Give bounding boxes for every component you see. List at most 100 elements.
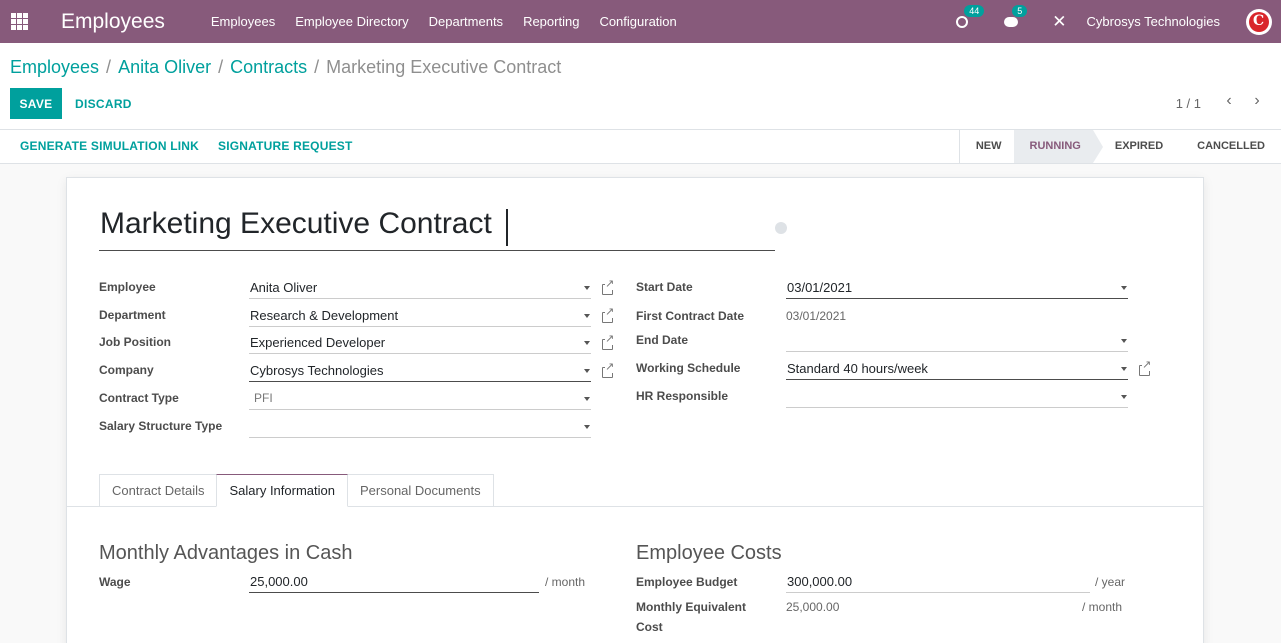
chat-icon	[1004, 16, 1019, 27]
stage-expired[interactable]: EXPIRED	[1093, 130, 1175, 163]
salary-structure-type-label: Salary Structure Type	[99, 419, 223, 433]
working-schedule-field[interactable]: Standard 40 hours/week	[786, 358, 1128, 380]
start-date-value: 03/01/2021	[787, 280, 853, 295]
breadcrumb-separator: /	[218, 57, 224, 77]
first-contract-date-value: 03/01/2021	[786, 309, 847, 323]
working-schedule-label: Working Schedule	[636, 361, 741, 375]
signature-request-button[interactable]: SIGNATURE REQUEST	[218, 130, 353, 163]
contract-type-field[interactable]: PFI	[249, 388, 591, 410]
external-link-icon[interactable]	[602, 361, 615, 378]
contract-title[interactable]: Marketing Executive Contract	[100, 207, 492, 241]
save-button[interactable]: SAVE	[10, 88, 62, 119]
job-position-field[interactable]: Experienced Developer	[249, 332, 591, 354]
wage-label: Wage	[99, 575, 131, 589]
external-link-icon[interactable]	[1139, 359, 1152, 376]
form-sheet: Marketing Executive Contract Employee An…	[66, 177, 1204, 643]
dropdown-caret-icon[interactable]	[584, 425, 590, 429]
employee-field[interactable]: Anita Oliver	[249, 277, 591, 299]
main-menu: Employees Employee Directory Departments…	[211, 14, 697, 29]
employee-costs-heading: Employee Costs	[636, 542, 782, 564]
messages-button[interactable]: 5	[1004, 4, 1028, 30]
working-schedule-value: Standard 40 hours/week	[787, 361, 928, 376]
stage-cancelled[interactable]: CANCELLED	[1175, 130, 1277, 163]
generate-simulation-link-button[interactable]: GENERATE SIMULATION LINK	[20, 130, 199, 163]
menu-configuration[interactable]: Configuration	[599, 14, 676, 29]
text-cursor	[506, 209, 508, 246]
external-link-icon[interactable]	[602, 306, 615, 323]
company-field[interactable]: Cybrosys Technologies	[249, 360, 591, 382]
department-value: Research & Development	[250, 308, 399, 323]
breadcrumb-employees[interactable]: Employees	[10, 57, 99, 78]
monthly-equivalent-cost-value: 25,000.00	[786, 600, 840, 614]
dropdown-caret-icon[interactable]	[584, 341, 590, 345]
dropdown-caret-icon[interactable]	[584, 369, 590, 373]
external-link-icon[interactable]	[602, 278, 615, 295]
employee-budget-field[interactable]: 300,000.00	[786, 571, 1090, 593]
dropdown-caret-icon[interactable]	[1121, 286, 1127, 290]
chevron-left-icon[interactable]: ‹	[1219, 92, 1239, 112]
job-position-label: Job Position	[99, 335, 171, 349]
dropdown-caret-icon[interactable]	[584, 397, 590, 401]
stage-new[interactable]: NEW	[960, 130, 1014, 163]
end-date-field[interactable]	[786, 330, 1128, 352]
dropdown-caret-icon[interactable]	[1121, 395, 1127, 399]
menu-employees[interactable]: Employees	[211, 14, 275, 29]
tools-icon[interactable]: ✕	[1052, 13, 1066, 30]
status-bar: GENERATE SIMULATION LINK SIGNATURE REQUE…	[0, 130, 1281, 164]
message-count-badge: 5	[1012, 4, 1028, 17]
activity-count-badge: 44	[964, 4, 985, 17]
stage-pipeline: NEW RUNNING EXPIRED CANCELLED	[958, 130, 1277, 163]
breadcrumb-contracts[interactable]: Contracts	[230, 57, 307, 78]
chevron-right-icon[interactable]: ›	[1247, 92, 1267, 112]
wage-value: 25,000.00	[250, 574, 308, 589]
contract-type-label: Contract Type	[99, 391, 179, 405]
breadcrumb: Employees / Anita Oliver / Contracts / M…	[10, 57, 561, 78]
tab-personal-documents[interactable]: Personal Documents	[346, 474, 494, 507]
stage-running[interactable]: RUNNING	[1013, 130, 1104, 163]
app-title[interactable]: Employees	[61, 10, 165, 34]
menu-employee-directory[interactable]: Employee Directory	[295, 14, 408, 29]
employee-label: Employee	[99, 280, 156, 294]
hr-responsible-field[interactable]	[786, 386, 1128, 408]
company-label: Company	[99, 363, 154, 377]
wage-field[interactable]: 25,000.00	[249, 571, 539, 593]
dropdown-caret-icon[interactable]	[584, 286, 590, 290]
budget-unit: / year	[1095, 575, 1126, 589]
employee-budget-label: Employee Budget	[636, 575, 738, 589]
tab-contract-details[interactable]: Contract Details	[99, 474, 218, 507]
department-field[interactable]: Research & Development	[249, 305, 591, 327]
user-avatar[interactable]	[1246, 8, 1272, 35]
wage-unit: / month	[545, 575, 586, 589]
start-date-label: Start Date	[636, 280, 693, 294]
contract-title-field[interactable]: Marketing Executive Contract	[99, 204, 775, 251]
start-date-field[interactable]: 03/01/2021	[786, 277, 1128, 299]
job-position-value: Experienced Developer	[250, 335, 386, 350]
salary-structure-type-field[interactable]	[249, 416, 591, 438]
menu-departments[interactable]: Departments	[429, 14, 503, 29]
breadcrumb-separator: /	[314, 57, 320, 77]
activity-button[interactable]: 44	[956, 4, 985, 30]
contract-type-value: PFI	[254, 391, 273, 405]
monthly-cost-unit: / month	[1082, 600, 1123, 614]
apps-menu-icon[interactable]	[11, 13, 28, 30]
pager-value[interactable]: 1 / 1	[1176, 96, 1201, 111]
employee-value: Anita Oliver	[250, 280, 318, 295]
company-value: Cybrosys Technologies	[250, 363, 384, 378]
systray: 44 5 ✕ Cybrosys Technologies	[956, 0, 1281, 43]
monthly-advantages-heading: Monthly Advantages in Cash	[99, 542, 353, 564]
breadcrumb-separator: /	[106, 57, 112, 77]
tab-salary-information[interactable]: Salary Information	[216, 474, 348, 507]
external-link-icon[interactable]	[602, 333, 615, 350]
department-label: Department	[99, 308, 166, 322]
dropdown-caret-icon[interactable]	[1121, 339, 1127, 343]
menu-reporting[interactable]: Reporting	[523, 14, 579, 29]
dropdown-caret-icon[interactable]	[584, 314, 590, 318]
company-switcher[interactable]: Cybrosys Technologies	[1087, 14, 1220, 29]
clock-icon	[956, 15, 969, 28]
discard-button[interactable]: DISCARD	[75, 88, 132, 119]
status-dot-icon[interactable]	[775, 222, 787, 234]
breadcrumb-employee[interactable]: Anita Oliver	[118, 57, 211, 78]
dropdown-caret-icon[interactable]	[1121, 367, 1127, 371]
end-date-label: End Date	[636, 333, 689, 347]
hr-responsible-label: HR Responsible	[636, 389, 729, 403]
